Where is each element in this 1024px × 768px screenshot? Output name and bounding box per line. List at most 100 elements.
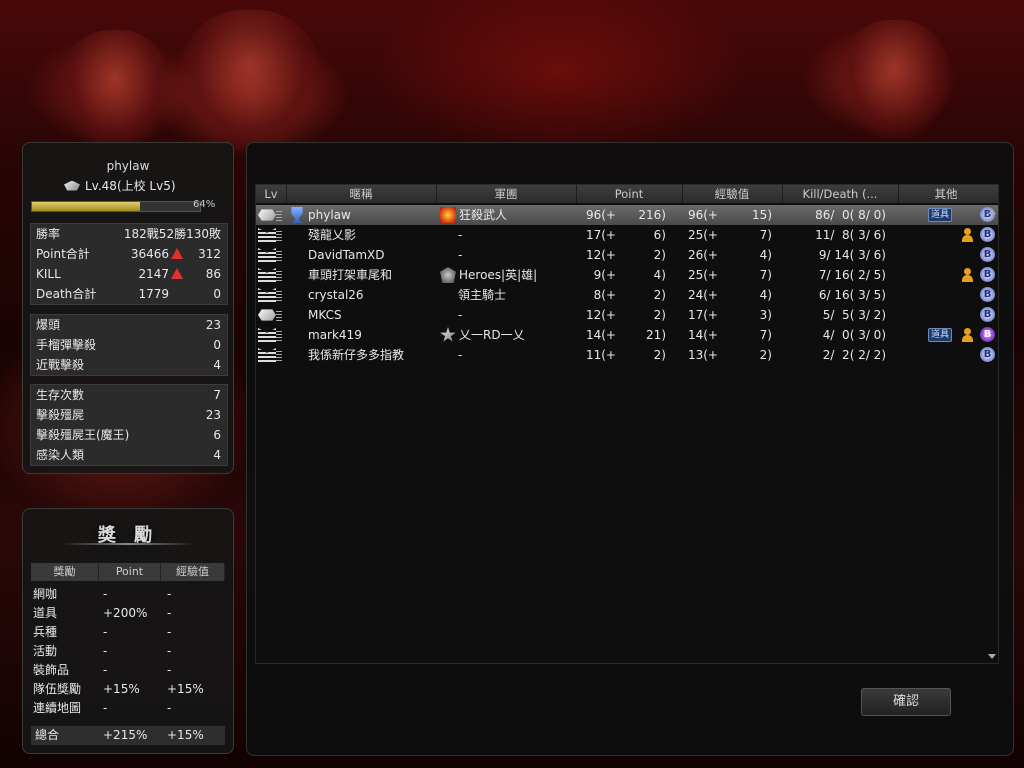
stat-row-survival: 生存次數 7 [36, 388, 221, 402]
table-row[interactable]: mark419 乂一RD一乂 14(+ 21) 14(+ 7) 4/ 0( 3/ 0) 道具 B [256, 325, 998, 345]
exp-gain: 3) [759, 308, 772, 322]
stat-row-winrate: 勝率 182戰52勝130敗 [36, 227, 221, 241]
rank-sub-icon [276, 211, 282, 221]
rank-sub-icon [276, 351, 282, 361]
b-badge-icon[interactable]: B [980, 307, 995, 322]
kill-death-value: 2/ 2( 2/ 2) [822, 348, 886, 362]
reward-row: 兵種 - - [33, 625, 172, 639]
table-header: Lv 暱稱 軍團 Point 經驗值 Kill/Death (... 其他 [256, 185, 998, 203]
clan-name: 領主騎士 [458, 288, 507, 302]
player-nickname: 我係新仔多多指教 [308, 348, 405, 362]
point-value: 14(+ [585, 328, 616, 342]
player-nickname: 殘龍乂影 [308, 228, 357, 242]
b-badge-icon[interactable]: B [980, 327, 995, 342]
zombie-art [840, 20, 950, 140]
stat-row-melee-kill: 近戰擊殺 4 [36, 358, 221, 372]
col-header-kd[interactable]: Kill/Death (... [782, 185, 899, 203]
exp-value: 14(+ [687, 328, 718, 342]
reward-total-row: 總合 +215% +15% [31, 726, 225, 745]
stat-row-grenade-kill: 手榴彈擊殺 0 [36, 338, 221, 352]
table-row[interactable]: 我係新仔多多指教 - 11(+ 2) 13(+ 2) 2/ 2( 2/ 2) B [256, 345, 998, 365]
scroll-down-arrow[interactable] [988, 654, 996, 659]
clan-emblem-icon [440, 267, 456, 283]
rank-sub-icon [276, 291, 282, 301]
kill-death-value: 9/ 14( 3/ 6) [818, 248, 886, 262]
stat-row-death-total: Death合計 1779 0 [36, 287, 221, 301]
table-row[interactable]: phylaw 狂殺武人 96(+ 216) 96(+ 15) 86/ 0( 8/ 0) 道具 B [256, 205, 998, 225]
col-header-point[interactable]: Point [576, 185, 683, 203]
reward-row: 道具 +200% - [33, 606, 172, 620]
b-badge-icon[interactable]: B [980, 347, 995, 362]
table-row[interactable]: crystal26 領主騎士 8(+ 2) 24(+ 4) 6/ 16( 3/ 5) B [256, 285, 998, 305]
clan-name: 狂殺武人 [459, 208, 508, 222]
rank-insignia-icon [258, 328, 276, 342]
player-level: Lv.48(上校 Lv5) [63, 177, 176, 194]
player-nickname: crystal26 [308, 288, 364, 302]
point-value: 12(+ [585, 308, 616, 322]
b-badge-icon[interactable]: B [980, 287, 995, 302]
rank-insignia-icon [258, 288, 276, 302]
exp-value: 25(+ [687, 268, 718, 282]
point-gain: 2) [653, 308, 666, 322]
friend-add-icon[interactable] [961, 227, 975, 242]
item-badge: 道具 [928, 328, 953, 342]
exp-gain: 7) [759, 328, 772, 342]
kill-death-value: 11/ 8( 3/ 6) [815, 228, 886, 242]
player-nickname: phylaw [308, 208, 351, 222]
player-level-text: Lv.48(上校 Lv5) [85, 179, 176, 193]
rank-insignia-icon [258, 268, 276, 282]
exp-gain: 7) [759, 268, 772, 282]
exp-value: 25(+ [687, 228, 718, 242]
kill-death-value: 86/ 0( 8/ 0) [815, 208, 886, 222]
stat-row-boss-kill: 擊殺殭屍王(魔王) 6 [36, 428, 221, 442]
kill-death-value: 6/ 16( 3/ 5) [818, 288, 886, 302]
clan-name: - [458, 228, 463, 242]
table-row[interactable]: 車頭打架車尾和 Heroes|英|雄| 9(+ 4) 25(+ 7) 7/ 16( 2/ 5… [256, 265, 998, 285]
col-header-exp[interactable]: 經驗值 [682, 185, 783, 203]
exp-gain: 2) [759, 348, 772, 362]
col-header-clan[interactable]: 軍團 [436, 185, 577, 203]
point-gain: 216) [638, 208, 666, 222]
up-arrow-icon [169, 264, 185, 284]
b-badge-icon[interactable]: B [980, 227, 995, 242]
rank-insignia-icon [258, 348, 276, 362]
exp-gain: 4) [759, 288, 772, 302]
point-value: 8(+ [593, 288, 616, 302]
item-badge: 道具 [928, 208, 953, 222]
stat-row-headshot: 爆頭 23 [36, 318, 221, 332]
b-badge-icon[interactable]: B [980, 267, 995, 282]
player-nickname: mark419 [308, 328, 362, 342]
rank-insignia-icon [258, 309, 276, 321]
scroll-up-arrow[interactable] [988, 209, 996, 214]
scoreboard-table: Lv 暱稱 軍團 Point 經驗值 Kill/Death (... 其他 ph… [255, 184, 999, 664]
clan-name: - [458, 248, 463, 262]
clan-name: Heroes|英|雄| [459, 268, 538, 282]
reward-row: 裝飾品 - - [33, 663, 172, 677]
b-badge-icon[interactable]: B [980, 247, 995, 262]
exp-value: 13(+ [687, 348, 718, 362]
table-row[interactable]: DavidTamXD - 12(+ 2) 26(+ 4) 9/ 14( 3/ 6) B [256, 245, 998, 265]
reward-row: 網咖 - - [33, 587, 172, 601]
table-row[interactable]: MKCS - 12(+ 2) 17(+ 3) 5/ 5( 3/ 2) B [256, 305, 998, 325]
point-gain: 2) [653, 348, 666, 362]
reward-row: 活動 - - [33, 644, 172, 658]
stats-combat-box: 爆頭 23 手榴彈擊殺 0 近戰擊殺 4 [30, 314, 228, 376]
table-row[interactable]: 殘龍乂影 - 17(+ 6) 25(+ 7) 11/ 8( 3/ 6) B [256, 225, 998, 245]
clan-emblem-icon [440, 327, 456, 342]
rank-insignia-icon [258, 209, 276, 221]
zombie-art [180, 10, 320, 150]
xp-bar-fill [32, 202, 140, 211]
friend-add-icon[interactable] [961, 267, 975, 282]
rank-sub-icon [276, 311, 282, 321]
confirm-button[interactable]: 確認 [861, 688, 951, 716]
reward-row: 連續地圖 - - [33, 701, 172, 715]
point-gain: 21) [646, 328, 666, 342]
col-header-other[interactable]: 其他 [898, 185, 994, 203]
col-header-lv[interactable]: Lv [256, 185, 287, 203]
stat-row-infect: 感染人類 4 [36, 448, 221, 462]
stat-row-kill: KILL 2147 86 [31, 264, 227, 284]
friend-add-icon[interactable] [961, 327, 975, 342]
col-header-nickname[interactable]: 暱稱 [286, 185, 437, 203]
reward-panel: 獎 勵 獎勵 Point 經驗值 網咖 - - 道具 +200% - 兵種 - … [22, 508, 234, 754]
reward-header-col: 經驗值 [161, 563, 226, 581]
